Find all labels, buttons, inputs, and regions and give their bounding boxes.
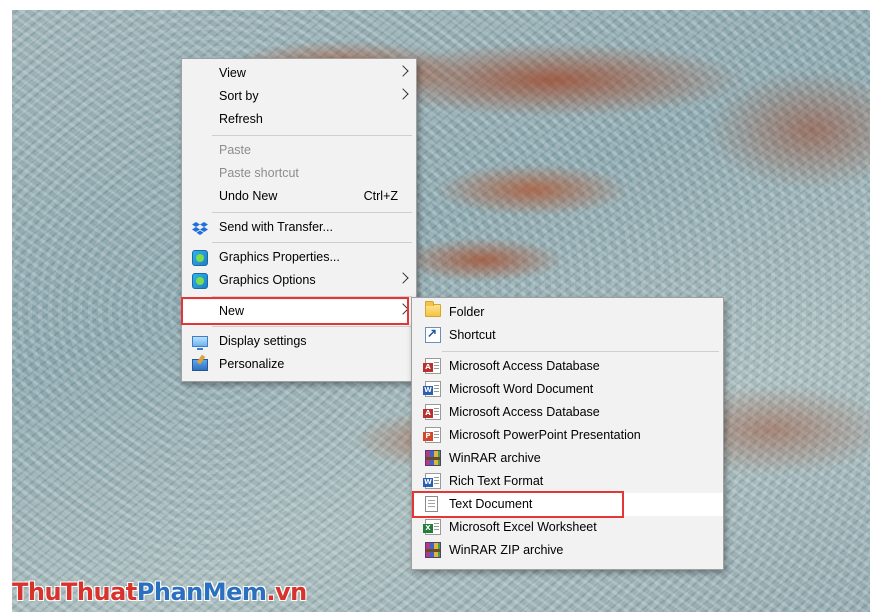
submenu-item-label: WinRAR archive — [449, 451, 541, 465]
menu-item-display-settings[interactable]: Display settings — [182, 330, 416, 353]
menu-item-sort-by[interactable]: Sort by — [182, 85, 416, 108]
winrar-icon — [425, 450, 441, 466]
word-icon: W — [423, 381, 441, 397]
menu-item-view[interactable]: View — [182, 62, 416, 85]
menu-item-paste-shortcut[interactable]: Paste shortcut — [182, 162, 416, 185]
menu-item-shortcut: Ctrl+Z — [363, 189, 398, 203]
menu-item-personalize[interactable]: Personalize — [182, 353, 416, 376]
rtf-icon: W — [423, 473, 441, 489]
menu-item-send-with-transfer[interactable]: Send with Transfer... — [182, 216, 416, 239]
menu-item-label: Graphics Options — [219, 273, 316, 287]
screenshot-stage: View Sort by Refresh Paste Paste shortcu… — [0, 0, 870, 612]
personalize-icon — [192, 359, 208, 371]
menu-item-label: Display settings — [219, 334, 307, 348]
submenu-item-label: Folder — [449, 305, 485, 319]
submenu-item-label: Microsoft Access Database — [449, 405, 600, 419]
submenu-item-label: Microsoft Excel Worksheet — [449, 520, 597, 534]
menu-separator — [212, 212, 412, 213]
menu-separator — [442, 351, 719, 352]
powerpoint-icon: P — [423, 427, 441, 443]
menu-item-refresh[interactable]: Refresh — [182, 108, 416, 131]
shortcut-icon — [425, 326, 441, 343]
submenu-item-winrar-archive[interactable]: WinRAR archive — [412, 447, 723, 470]
menu-item-label: View — [219, 66, 246, 80]
watermark-part-3: .vn — [266, 578, 307, 606]
watermark-part-1: ThuThuat — [12, 578, 137, 606]
intel-graphics-icon — [192, 250, 208, 266]
display-icon — [192, 336, 208, 350]
menu-item-graphics-properties[interactable]: Graphics Properties... — [182, 246, 416, 269]
text-document-highlight-box — [412, 491, 624, 518]
menu-item-label: Personalize — [219, 357, 285, 371]
menu-item-label: Send with Transfer... — [219, 220, 333, 234]
folder-icon — [425, 301, 441, 317]
watermark-part-2: PhanMem — [136, 578, 267, 606]
submenu-item-powerpoint-presentation[interactable]: P Microsoft PowerPoint Presentation — [412, 424, 723, 447]
submenu-item-rich-text-format[interactable]: W Rich Text Format — [412, 470, 723, 493]
submenu-item-access-database[interactable]: A Microsoft Access Database — [412, 355, 723, 378]
submenu-item-access-database-2[interactable]: A Microsoft Access Database — [412, 401, 723, 424]
chevron-right-icon — [397, 65, 409, 77]
submenu-item-label: Microsoft PowerPoint Presentation — [449, 428, 641, 442]
submenu-item-label: Rich Text Format — [449, 474, 544, 488]
submenu-item-excel-worksheet[interactable]: X Microsoft Excel Worksheet — [412, 516, 723, 539]
desktop-context-menu: View Sort by Refresh Paste Paste shortcu… — [181, 58, 417, 382]
menu-item-label: Paste shortcut — [219, 166, 299, 180]
menu-item-label: Sort by — [219, 89, 259, 103]
submenu-item-word-document[interactable]: W Microsoft Word Document — [412, 378, 723, 401]
winrar-zip-icon — [425, 542, 441, 558]
menu-item-graphics-options[interactable]: Graphics Options — [182, 269, 416, 292]
watermark-logo: ThuThuatPhanMem.vn — [12, 578, 307, 610]
menu-item-undo-new[interactable]: Undo New Ctrl+Z — [182, 185, 416, 208]
access-icon: A — [423, 404, 441, 420]
new-submenu: Folder Shortcut A Microsoft Access Datab… — [411, 297, 724, 570]
chevron-right-icon — [397, 272, 409, 284]
menu-item-paste[interactable]: Paste — [182, 139, 416, 162]
submenu-item-winrar-zip-archive[interactable]: WinRAR ZIP archive — [412, 539, 723, 562]
submenu-item-label: Microsoft Word Document — [449, 382, 594, 396]
submenu-item-folder[interactable]: Folder — [412, 301, 723, 324]
submenu-item-label: Shortcut — [449, 328, 496, 342]
menu-separator — [212, 326, 412, 327]
menu-separator — [212, 135, 412, 136]
new-item-highlight-box — [181, 297, 409, 325]
chevron-right-icon — [397, 88, 409, 100]
submenu-item-label: Microsoft Access Database — [449, 359, 600, 373]
menu-item-label: Paste — [219, 143, 251, 157]
intel-graphics-icon — [192, 273, 208, 289]
excel-icon: X — [423, 519, 441, 535]
submenu-item-label: WinRAR ZIP archive — [449, 543, 564, 557]
access-icon: A — [423, 358, 441, 374]
menu-separator — [212, 242, 412, 243]
menu-item-label: Undo New — [219, 189, 278, 203]
menu-item-label: Refresh — [219, 112, 263, 126]
menu-item-label: Graphics Properties... — [219, 250, 340, 264]
dropbox-icon — [192, 220, 208, 236]
submenu-item-shortcut[interactable]: Shortcut — [412, 324, 723, 347]
